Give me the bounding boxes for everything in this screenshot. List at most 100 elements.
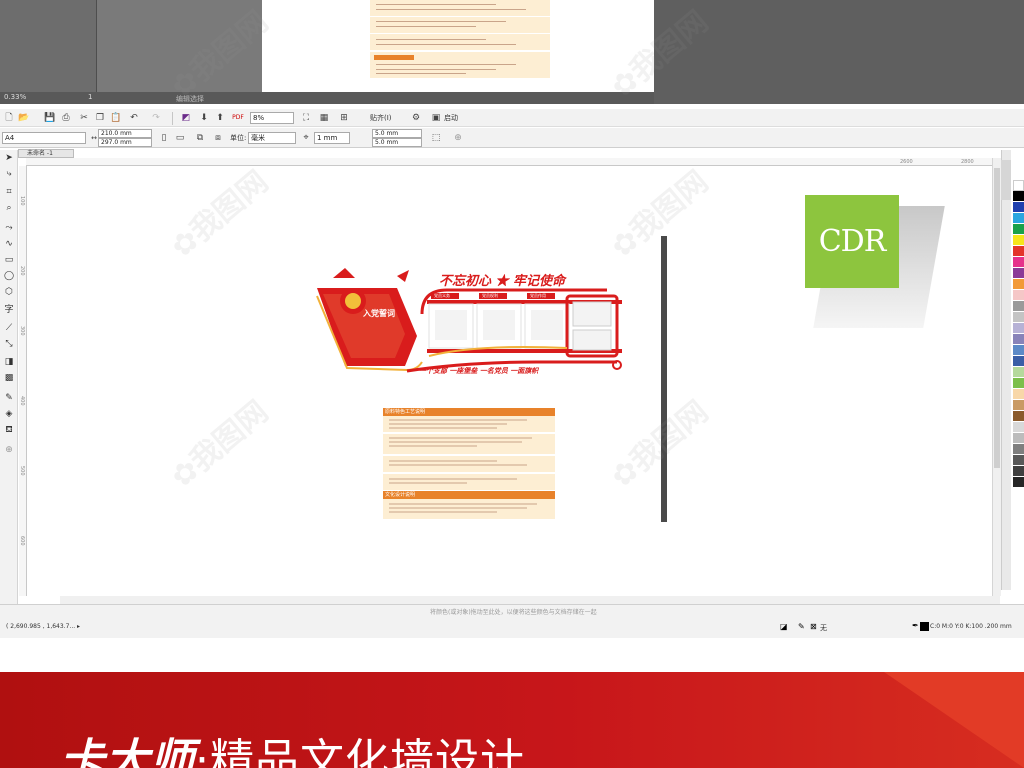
all-pages-icon[interactable]: ⧉ (194, 132, 206, 144)
redo-icon[interactable]: ↷ (150, 112, 162, 124)
color-swatch[interactable] (1013, 411, 1024, 422)
pdf-icon[interactable]: PDF (232, 112, 244, 124)
zoom-tool-icon[interactable]: ⌕ (3, 202, 15, 214)
color-swatch[interactable] (1013, 356, 1024, 367)
color-swatch[interactable] (1013, 235, 1024, 246)
snap-to-menu[interactable]: 贴齐(I) (370, 112, 392, 124)
color-swatch[interactable] (1013, 301, 1024, 312)
color-swatch[interactable] (1013, 422, 1024, 433)
fill-icon[interactable]: ◪ (780, 622, 788, 631)
save-icon[interactable]: 💾 (44, 112, 56, 124)
ruler-label: 400 (19, 396, 25, 406)
design-panel-label: 党员权利 (482, 293, 498, 298)
color-swatch[interactable] (1013, 367, 1024, 378)
color-swatch[interactable] (1013, 345, 1024, 356)
search-content-icon[interactable]: ◩ (180, 112, 192, 124)
add-tool-icon[interactable]: ⊕ (3, 444, 15, 456)
ruler-label: 2600 (900, 159, 913, 165)
color-swatch[interactable] (1013, 312, 1024, 323)
horizontal-scrollbar[interactable] (60, 596, 1000, 604)
current-page-icon[interactable]: ⧈ (212, 132, 224, 144)
color-swatch[interactable] (1013, 389, 1024, 400)
connector-tool-icon[interactable]: ⤡ (3, 338, 15, 350)
color-swatch[interactable] (1013, 290, 1024, 301)
zoom-level-field[interactable]: 8% (250, 112, 294, 124)
undo-icon[interactable]: ↶ (128, 112, 140, 124)
polygon-tool-icon[interactable]: ⬡ (3, 286, 15, 298)
crop-tool-icon[interactable]: ⌗ (3, 186, 15, 198)
color-swatch[interactable] (1013, 279, 1024, 290)
outline-cmyk: C:0 M:0 Y:0 K:100 .200 mm (930, 623, 1012, 630)
ellipse-tool-icon[interactable]: ◯ (3, 270, 15, 282)
color-swatch[interactable] (1013, 213, 1024, 224)
horizontal-ruler[interactable]: 2600 2800 (26, 158, 992, 166)
units-select[interactable]: 毫米 (248, 132, 296, 144)
vertical-scrollbar[interactable] (992, 158, 1001, 596)
page-size-select[interactable]: A4 (2, 132, 86, 144)
preview-zoom-level[interactable]: 0.33% (4, 93, 26, 101)
docker-tab[interactable] (1001, 160, 1011, 200)
color-swatch[interactable] (1013, 202, 1024, 213)
color-swatch[interactable] (1013, 246, 1024, 257)
add-icon[interactable]: ⊕ (452, 132, 464, 144)
color-swatch[interactable] (1013, 191, 1024, 202)
color-swatch[interactable] (1013, 268, 1024, 279)
duplicate-y-field[interactable]: 5.0 mm (372, 138, 422, 147)
vertical-ruler[interactable]: 100 200 300 400 500 600 (19, 166, 27, 596)
interactive-fill-icon[interactable]: ◈ (3, 408, 15, 420)
parallel-dimension-icon[interactable]: ⟋ (3, 322, 15, 334)
color-swatch[interactable] (1013, 444, 1024, 455)
transparency-icon[interactable]: ▩ (3, 372, 15, 384)
color-swatch[interactable] (1013, 180, 1024, 191)
color-swatch[interactable] (1013, 455, 1024, 466)
color-swatch[interactable] (1013, 433, 1024, 444)
landscape-icon[interactable]: ▭ (174, 132, 186, 144)
smart-fill-icon[interactable]: ⛾ (3, 424, 15, 436)
rectangle-tool-icon[interactable]: ▭ (3, 254, 15, 266)
launch-menu[interactable]: 启动 (444, 112, 458, 124)
duplicate-x-field[interactable]: 5.0 mm (372, 129, 422, 138)
color-swatch[interactable] (1013, 334, 1024, 345)
open-icon[interactable]: 📂 (18, 112, 30, 124)
color-swatch[interactable] (1013, 378, 1024, 389)
text-tool-icon[interactable]: 字 (3, 304, 15, 316)
drop-shadow-icon[interactable]: ◨ (3, 356, 15, 368)
status-bar: ( 2,690.985 , 1,643.7... ▸ 将颜色(或对象)拖动至此处… (0, 604, 1024, 638)
launch-icon[interactable]: ▣ (430, 112, 442, 124)
nudge-distance-field[interactable]: 1 mm (314, 132, 350, 144)
color-swatch[interactable] (1013, 323, 1024, 334)
banner-title: 卡大师·精品文化墙设计 (60, 724, 525, 768)
color-swatch[interactable] (1013, 400, 1024, 411)
design-oath-label: 入党誓词 (363, 309, 395, 318)
document-tab[interactable]: 未命名 -1 (18, 149, 74, 158)
full-screen-icon[interactable]: ⛶ (300, 112, 312, 124)
show-grid-icon[interactable]: ⊞ (338, 112, 350, 124)
copy-icon[interactable]: ❐ (94, 112, 106, 124)
new-icon[interactable]: 🗋 (3, 112, 15, 124)
page-width-field[interactable]: 210.0 mm (98, 129, 152, 138)
color-swatch[interactable] (1013, 257, 1024, 268)
eyedropper-icon[interactable]: ✎ (3, 392, 15, 404)
paste-icon[interactable]: 📋 (110, 112, 122, 124)
freehand-tool-icon[interactable]: ⤳ (3, 222, 15, 234)
options-gear-icon[interactable]: ⚙ (410, 112, 422, 124)
color-swatch[interactable] (1013, 477, 1024, 488)
pen-icon[interactable]: ✒ (912, 621, 919, 630)
outline-color-swatch[interactable] (920, 622, 929, 631)
pick-tool-icon[interactable]: ➤ (3, 152, 15, 164)
page-frame-icon[interactable]: ⬚ (430, 132, 442, 144)
color-swatch[interactable] (1013, 466, 1024, 477)
show-rulers-icon[interactable]: ▦ (318, 112, 330, 124)
color-swatch[interactable] (1013, 224, 1024, 235)
export-icon[interactable]: ⬆ (214, 112, 226, 124)
shape-tool-icon[interactable]: ⤷ (3, 168, 15, 180)
import-icon[interactable]: ⬇ (198, 112, 210, 124)
outline-icon[interactable]: ✎ (798, 622, 805, 631)
print-icon[interactable]: ⎙ (60, 112, 72, 124)
cut-icon[interactable]: ✂ (78, 112, 90, 124)
portrait-icon[interactable]: ▯ (158, 132, 170, 144)
none-fill-icon[interactable]: ⊠ (810, 622, 817, 631)
preview-page (262, 0, 654, 92)
artistic-media-icon[interactable]: ∿ (3, 238, 15, 250)
page-height-field[interactable]: 297.0 mm (98, 138, 152, 147)
